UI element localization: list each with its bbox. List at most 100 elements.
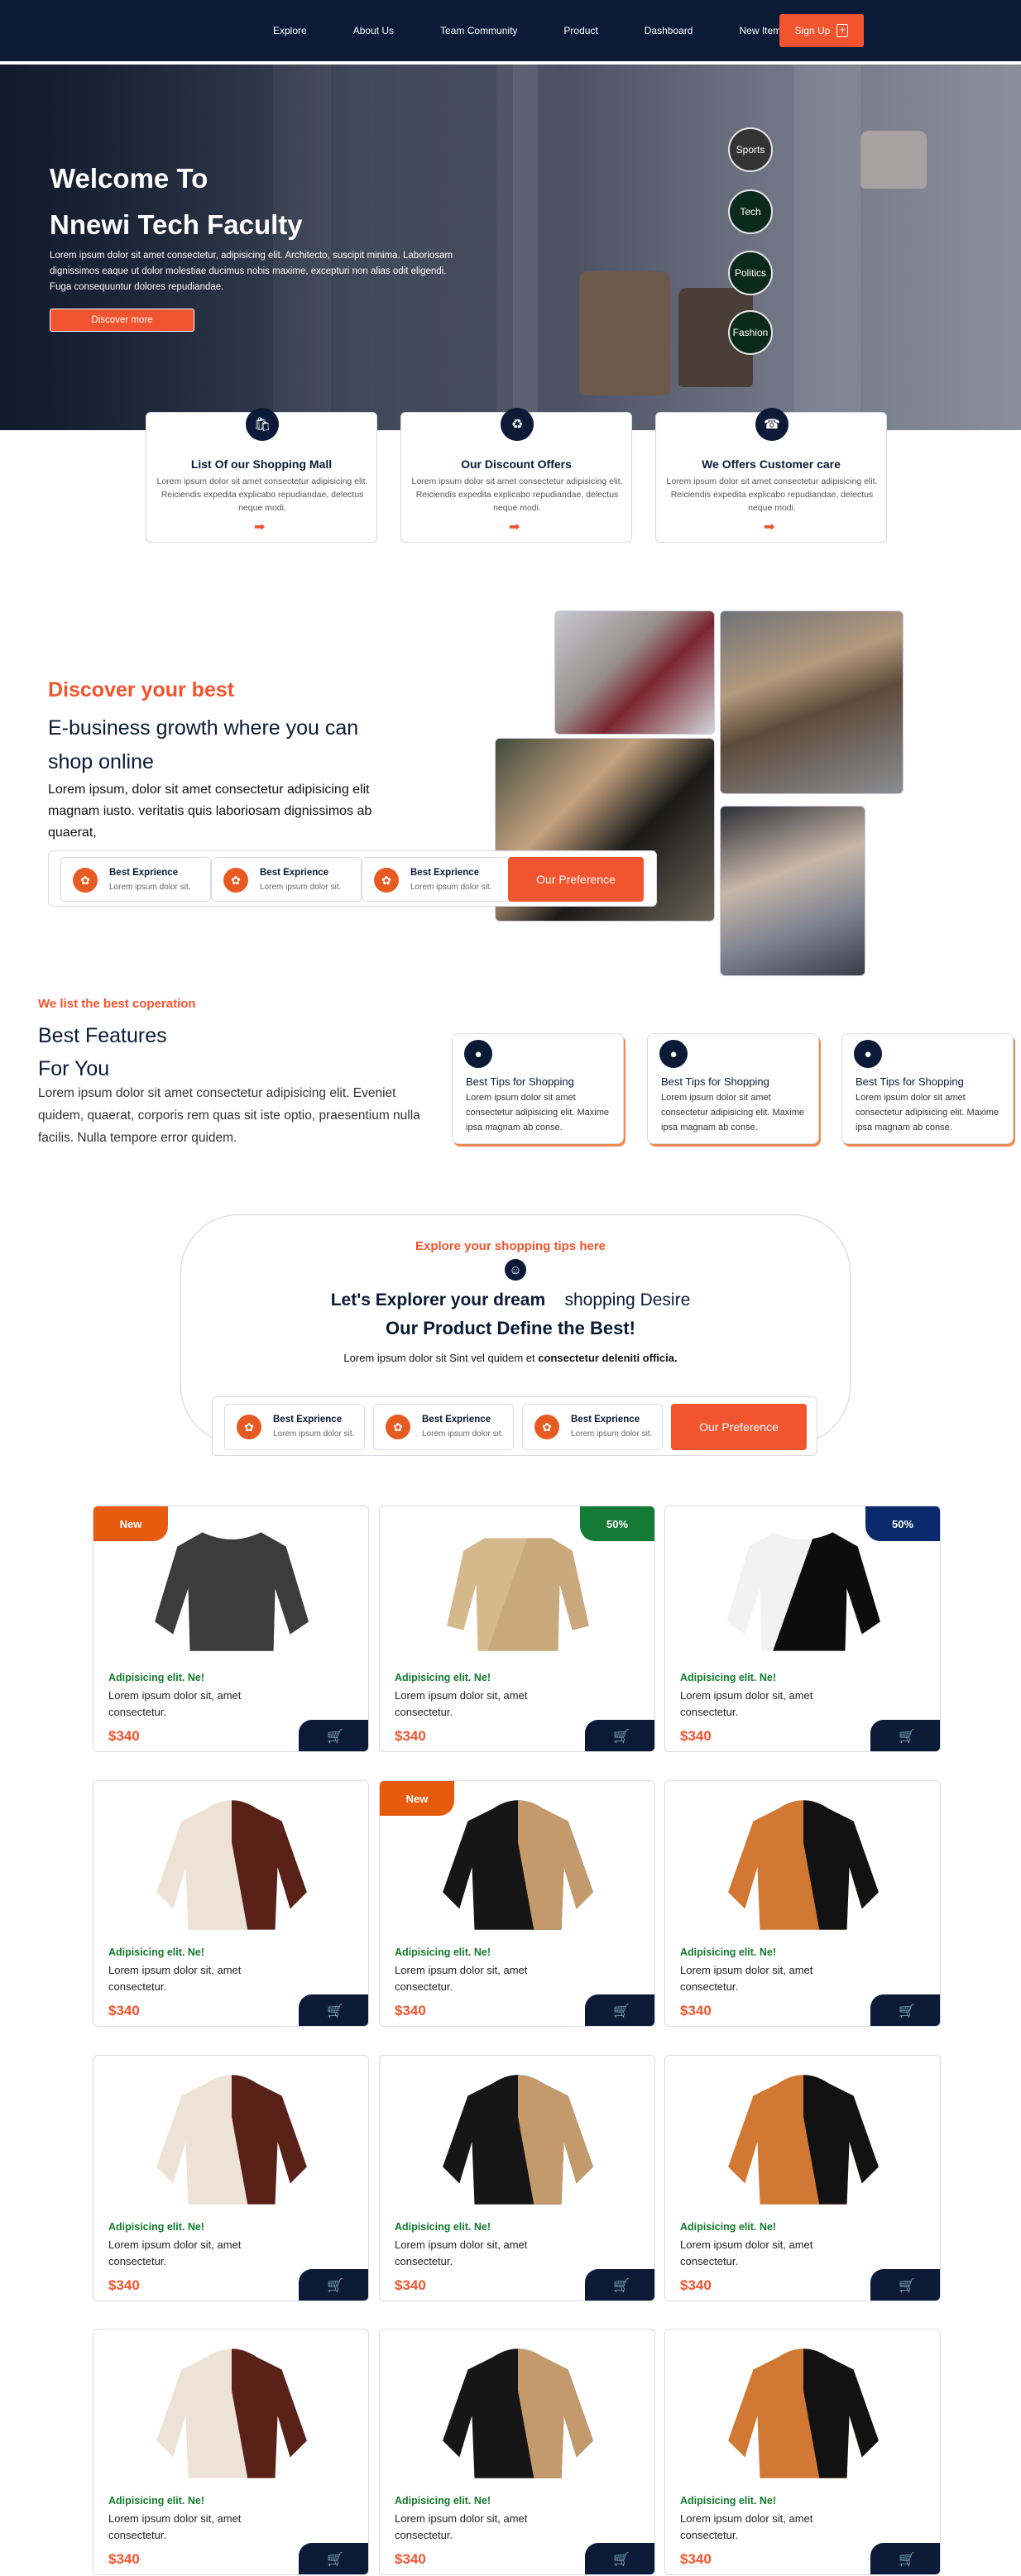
product-price: $340 [680, 2003, 712, 2018]
hero-bg-handbag [860, 131, 927, 189]
product-image [156, 2349, 307, 2478]
add-to-cart-button[interactable]: 🛒 [870, 1720, 940, 1751]
arrow-right-icon[interactable]: ➡ [254, 519, 265, 535]
sign-up-button[interactable]: Sign Up + [779, 14, 864, 47]
nav-link-dashboard[interactable]: Dashboard [645, 25, 693, 36]
features-heading-line1: Best Features [38, 1024, 167, 1047]
explore-line3: Lorem ipsum dolor sit Sint vel quidem et… [0, 1352, 1021, 1364]
hero-bg-handbag [579, 271, 670, 395]
add-to-cart-button[interactable]: 🛒 [299, 2269, 368, 2301]
add-to-cart-button[interactable]: 🛒 [299, 2543, 368, 2574]
arrow-right-icon[interactable]: ➡ [764, 519, 774, 535]
nav-link-explore[interactable]: Explore [273, 25, 307, 36]
explore-line3-bold: consectetur deleniti officia. [538, 1352, 678, 1364]
lotus-icon: ✿ [223, 868, 248, 893]
add-to-cart-button[interactable]: 🛒 [585, 2543, 654, 2574]
product-description: Lorem ipsum dolor sit, amet consectetur. [395, 2512, 528, 2541]
add-to-cart-button[interactable]: 🛒 [870, 1994, 940, 2026]
product-price: $340 [395, 2551, 426, 2567]
add-to-cart-button[interactable]: 🛒 [299, 1994, 368, 2026]
add-to-cart-button[interactable]: 🛒 [870, 2543, 940, 2574]
product-card[interactable]: 50% Adipisicing elit. Ne! Lorem ipsum dolo… [664, 1506, 941, 1752]
product-badge: 50% [865, 1506, 940, 1541]
product-card[interactable]: New Adipisicing elit. Ne! Lorem ipsum dolo… [379, 1780, 655, 2027]
experience-pill-title: Best Exprience [422, 1415, 491, 1424]
product-image [156, 1800, 307, 1930]
features-heading: Best Features For You [38, 1019, 167, 1085]
discover-text: Lorem ipsum, dolor sit amet consectetur … [48, 783, 372, 840]
product-name: Adipisicing elit. Ne! [680, 1946, 776, 1958]
product-description: Lorem ipsum dolor sit, amet consectetur. [108, 2238, 242, 2267]
features-heading-line2: For You [38, 1057, 110, 1080]
product-image [728, 2075, 879, 2205]
our-preference-button[interactable]: Our Preference [508, 857, 644, 902]
product-card[interactable]: Adipisicing elit. Ne! Lorem ipsum dolor s… [379, 2329, 655, 2575]
tip-card[interactable]: ● Best Tips for Shopping Lorem ipsum dol… [841, 1033, 1014, 1144]
experience-pill-sub: Lorem ipsum dolor sit. [571, 1429, 653, 1439]
cart-icon: 🛒 [327, 2004, 343, 2018]
cart-icon: 🛒 [613, 2553, 630, 2567]
product-image [156, 2075, 307, 2205]
add-to-cart-button[interactable]: 🛒 [585, 1994, 654, 2026]
discover-more-button[interactable]: Discover more [50, 309, 194, 332]
product-card[interactable]: Adipisicing elit. Ne! Lorem ipsum dolor s… [93, 2055, 369, 2301]
product-card[interactable]: 50% Adipisicing elit. Ne! Lorem ipsum dolo… [379, 1506, 655, 1752]
service-card-text: Lorem ipsum dolor sit amet consectetur a… [156, 476, 368, 513]
photo-group-shoppers [720, 610, 904, 794]
experience-pill-sub: Lorem ipsum dolor sit. [422, 1429, 504, 1439]
experience-pill-title: Best Exprience [571, 1415, 640, 1424]
features-kicker: We list the best coperation [38, 997, 196, 1011]
hero-description: Lorem ipsum dolor sit amet consectetur, … [50, 251, 453, 292]
product-card[interactable]: Adipisicing elit. Ne! Lorem ipsum dolor s… [93, 1780, 369, 2027]
tip-card-text: Lorem ipsum dolor sit amet consectetur a… [466, 1093, 610, 1132]
add-to-cart-button[interactable]: 🛒 [585, 1720, 654, 1751]
cart-icon: 🛒 [327, 1730, 343, 1744]
experience-pill-sub: Lorem ipsum dolor sit. [109, 883, 191, 892]
product-card[interactable]: Adipisicing elit. Ne! Lorem ipsum dolor s… [379, 2055, 655, 2301]
explore-line1-bold: Let's Explorer your dream [330, 1290, 546, 1310]
product-card[interactable]: Adipisicing elit. Ne! Lorem ipsum dolor s… [664, 2329, 941, 2575]
our-preference-button[interactable]: Our Preference [671, 1404, 807, 1450]
plus-square-icon: + [836, 24, 849, 37]
product-card[interactable]: Adipisicing elit. Ne! Lorem ipsum dolor s… [664, 2055, 941, 2301]
add-to-cart-button[interactable]: 🛒 [585, 2269, 654, 2301]
product-name: Adipisicing elit. Ne! [680, 2221, 776, 2233]
cart-icon: 🛒 [899, 1730, 915, 1744]
category-politics[interactable]: Politics [728, 251, 773, 295]
category-fashion[interactable]: Fashion [728, 310, 773, 355]
product-name: Adipisicing elit. Ne! [395, 1672, 491, 1683]
top-navbar: Explore About Us Team Community Product … [0, 0, 1021, 61]
add-to-cart-button[interactable]: 🛒 [299, 1720, 368, 1751]
product-badge: New [380, 1781, 454, 1816]
hero-title-line2: Nnewi Tech Faculty [50, 209, 303, 240]
product-description: Lorem ipsum dolor sit, amet consectetur. [680, 2512, 813, 2541]
nav-link-product[interactable]: Product [563, 25, 597, 36]
headset-icon: ☎ [755, 408, 789, 441]
product-badge: 50% [580, 1506, 654, 1541]
product-card[interactable]: Adipisicing elit. Ne! Lorem ipsum dolor s… [664, 1780, 941, 2027]
lotus-icon: ✿ [534, 1415, 559, 1439]
product-image [728, 2349, 879, 2478]
experience-strip: ✿ Best Exprience Lorem ipsum dolor sit. … [48, 850, 657, 907]
nav-link-about[interactable]: About Us [353, 25, 394, 36]
nav-link-team-community[interactable]: Team Community [440, 25, 517, 36]
product-card[interactable]: Adipisicing elit. Ne! Lorem ipsum dolor s… [93, 2329, 369, 2575]
tag-icon: ♻ [501, 408, 534, 441]
product-name: Adipisicing elit. Ne! [395, 2495, 491, 2507]
experience-pill-title: Best Exprience [260, 868, 329, 878]
category-tech[interactable]: Tech [728, 189, 773, 234]
product-price: $340 [108, 2277, 140, 2293]
add-to-cart-button[interactable]: 🛒 [870, 2269, 940, 2301]
arrow-right-icon[interactable]: ➡ [509, 519, 520, 535]
discover-heading: E-business growth where you can shop onl… [48, 716, 359, 773]
experience-pill-title: Best Exprience [109, 868, 179, 878]
product-image [726, 1532, 880, 1651]
tip-card[interactable]: ● Best Tips for Shopping Lorem ipsum dol… [452, 1033, 624, 1144]
product-name: Adipisicing elit. Ne! [680, 1672, 776, 1683]
service-card-text: Lorem ipsum dolor sit amet consectetur a… [411, 476, 623, 513]
lotus-icon: ✿ [374, 868, 399, 893]
product-image [447, 1538, 589, 1651]
category-sports[interactable]: Sports [728, 127, 773, 172]
product-card[interactable]: New Adipisicing elit. Ne! Lorem ipsum dolo… [93, 1506, 369, 1752]
tip-card[interactable]: ● Best Tips for Shopping Lorem ipsum dol… [647, 1033, 819, 1144]
